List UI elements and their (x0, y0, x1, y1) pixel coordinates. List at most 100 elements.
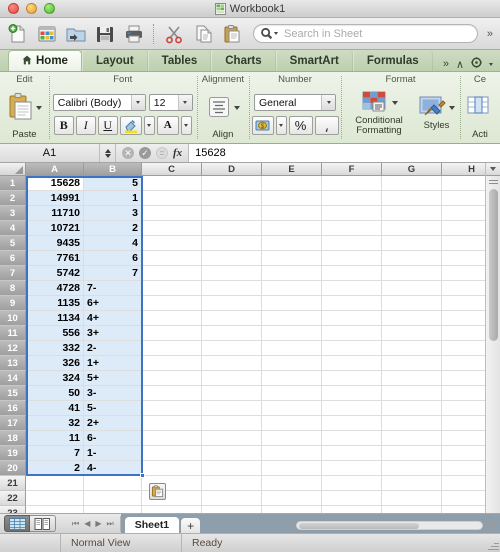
row-header-21[interactable]: 21 (0, 476, 26, 491)
tab-layout[interactable]: Layout (81, 50, 148, 71)
cell-A10[interactable]: 1134 (26, 311, 84, 326)
first-sheet-button[interactable]: ⏮ (72, 519, 79, 529)
cell-A22[interactable] (26, 491, 84, 506)
cell-E5[interactable] (262, 236, 322, 251)
copy-button[interactable] (189, 21, 216, 47)
cell-E14[interactable] (262, 371, 322, 386)
cell-E8[interactable] (262, 281, 322, 296)
cell-D1[interactable] (202, 176, 262, 191)
row-header-1[interactable]: 1 (0, 176, 26, 191)
cell-C12[interactable] (142, 341, 202, 356)
cell-B7[interactable]: 7 (84, 266, 142, 281)
cell-C13[interactable] (142, 356, 202, 371)
cell-B17[interactable]: 2+ (84, 416, 142, 431)
cell-B20[interactable]: 4- (84, 461, 142, 476)
cell-F19[interactable] (322, 446, 382, 461)
cell-A3[interactable]: 11710 (26, 206, 84, 221)
cell-C2[interactable] (142, 191, 202, 206)
cell-A14[interactable]: 324 (26, 371, 84, 386)
cell-E1[interactable] (262, 176, 322, 191)
cell-G9[interactable] (382, 296, 442, 311)
cell-F2[interactable] (322, 191, 382, 206)
name-box[interactable]: A1 (0, 144, 100, 162)
cell-E22[interactable] (262, 491, 322, 506)
cell-F23[interactable] (322, 506, 382, 513)
cell-E17[interactable] (262, 416, 322, 431)
cell-B18[interactable]: 6- (84, 431, 142, 446)
cell-C15[interactable] (142, 386, 202, 401)
cut-button[interactable] (160, 21, 187, 47)
font-color-button[interactable]: A (156, 116, 179, 135)
row-header-22[interactable]: 22 (0, 491, 26, 506)
cell-D8[interactable] (202, 281, 262, 296)
cell-A9[interactable]: 1135 (26, 296, 84, 311)
select-all-corner[interactable] (0, 163, 26, 176)
cell-E4[interactable] (262, 221, 322, 236)
cell-A4[interactable]: 10721 (26, 221, 84, 236)
horizontal-split-grip-icon[interactable] (486, 520, 496, 530)
cell-D21[interactable] (202, 476, 262, 491)
cell-G21[interactable] (382, 476, 442, 491)
row-header-18[interactable]: 18 (0, 431, 26, 446)
cell-B1[interactable]: 5 (84, 176, 142, 191)
paste-button[interactable] (218, 21, 245, 47)
row-header-9[interactable]: 9 (0, 296, 26, 311)
sheet-tab-sheet1[interactable]: Sheet1 (124, 516, 180, 534)
row-header-4[interactable]: 4 (0, 221, 26, 236)
cell-F17[interactable] (322, 416, 382, 431)
row-header-10[interactable]: 10 (0, 311, 26, 326)
cell-G14[interactable] (382, 371, 442, 386)
cell-A19[interactable]: 7 (26, 446, 84, 461)
open-folder-button[interactable] (62, 21, 89, 47)
sheet-nav-buttons[interactable]: ⏮ ◀ ▶ ⏭ (66, 515, 121, 532)
cell-A11[interactable]: 556 (26, 326, 84, 341)
cell-B4[interactable]: 2 (84, 221, 142, 236)
formula-input[interactable]: 15628 (189, 144, 500, 162)
row-header-7[interactable]: 7 (0, 266, 26, 281)
cell-E6[interactable] (262, 251, 322, 266)
cell-E10[interactable] (262, 311, 322, 326)
align-button-label[interactable]: Align (212, 130, 233, 140)
vertical-scrollbar[interactable] (485, 163, 500, 513)
cell-C1[interactable] (142, 176, 202, 191)
cell-D23[interactable] (202, 506, 262, 513)
cell-D22[interactable] (202, 491, 262, 506)
toolbar-overflow-button[interactable]: » (484, 28, 496, 40)
cell-C18[interactable] (142, 431, 202, 446)
tab-smartart[interactable]: SmartArt (275, 50, 353, 71)
cell-D7[interactable] (202, 266, 262, 281)
align-icon[interactable] (206, 94, 232, 123)
cell-E12[interactable] (262, 341, 322, 356)
insert-function-icon[interactable]: fx (173, 147, 182, 159)
cell-D16[interactable] (202, 401, 262, 416)
cell-A8[interactable]: 4728 (26, 281, 84, 296)
cell-E7[interactable] (262, 266, 322, 281)
font-size-combo[interactable]: 12 (148, 94, 193, 111)
cell-E11[interactable] (262, 326, 322, 341)
add-sheet-button[interactable]: + (181, 517, 201, 534)
highlight-color-button[interactable] (119, 116, 142, 135)
cell-A7[interactable]: 5742 (26, 266, 84, 281)
cell-F15[interactable] (322, 386, 382, 401)
cell-A5[interactable]: 9435 (26, 236, 84, 251)
paste-clipboard-icon[interactable] (6, 92, 34, 125)
cell-B10[interactable]: 4+ (84, 311, 142, 326)
cell-E19[interactable] (262, 446, 322, 461)
cell-C6[interactable] (142, 251, 202, 266)
vertical-scrollbar-thumb[interactable] (488, 189, 498, 341)
row-header-19[interactable]: 19 (0, 446, 26, 461)
currency-chevron-icon[interactable] (275, 116, 287, 135)
cell-C7[interactable] (142, 266, 202, 281)
cell-D20[interactable] (202, 461, 262, 476)
cell-E21[interactable] (262, 476, 322, 491)
column-header-g[interactable]: G (382, 163, 442, 176)
cell-B19[interactable]: 1- (84, 446, 142, 461)
font-size-chevron-down-icon[interactable] (177, 95, 192, 110)
normal-view-button[interactable] (4, 515, 30, 532)
cell-C17[interactable] (142, 416, 202, 431)
cell-C9[interactable] (142, 296, 202, 311)
cell-G2[interactable] (382, 191, 442, 206)
cell-A17[interactable]: 32 (26, 416, 84, 431)
cell-B15[interactable]: 3- (84, 386, 142, 401)
paste-dropdown-chevron-icon[interactable] (36, 106, 43, 111)
